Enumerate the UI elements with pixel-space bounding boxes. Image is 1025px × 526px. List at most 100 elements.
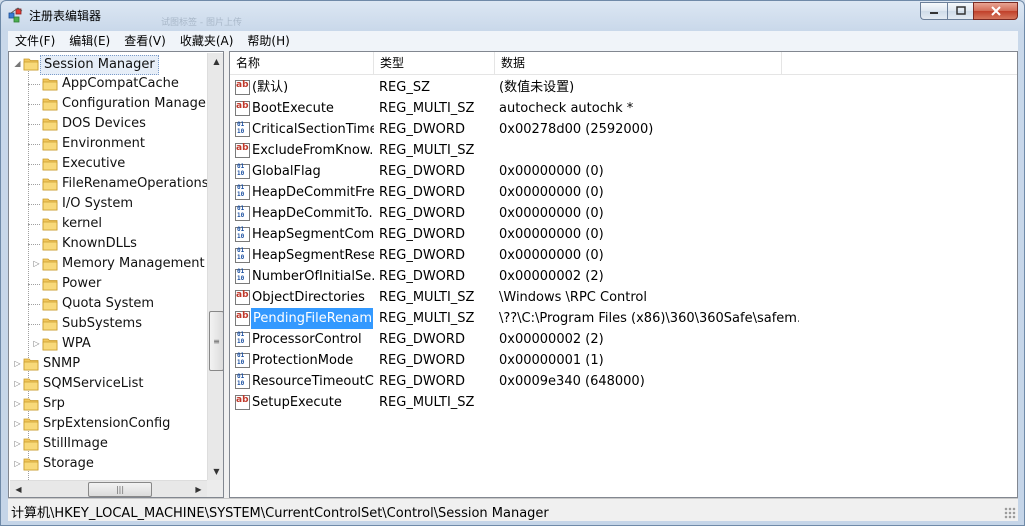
menu-view[interactable]: 查看(V) bbox=[117, 31, 173, 51]
value-data: \Windows \RPC Control bbox=[499, 290, 647, 305]
value-row[interactable]: HeapDeCommitFre... REG_DWORD 0x00000000 (0… bbox=[230, 182, 1017, 203]
tree-item-label: Configuration Manager bbox=[62, 96, 212, 111]
tree-vertical-scrollbar[interactable]: ▲ ≡ ▼ bbox=[207, 53, 223, 480]
tree-item[interactable]: ▷ Memory Management bbox=[9, 254, 207, 274]
tree-item-label: kernel bbox=[62, 216, 103, 231]
value-data: 0x00278d00 (2592000) bbox=[499, 122, 654, 137]
menu-file[interactable]: 文件(F) bbox=[8, 31, 62, 51]
scroll-up-icon[interactable]: ▲ bbox=[208, 53, 223, 70]
folder-icon bbox=[42, 337, 58, 351]
scroll-right-icon[interactable]: ▶ bbox=[190, 481, 207, 497]
value-data: 0x00000000 (0) bbox=[499, 164, 604, 179]
binary-value-icon bbox=[235, 352, 250, 368]
tree-item[interactable]: Power bbox=[9, 274, 207, 294]
expand-arrow-icon[interactable]: ▷ bbox=[13, 459, 22, 468]
tree-item-label: KnownDLLs bbox=[62, 236, 137, 251]
tree-item-label: I/O System bbox=[62, 196, 134, 211]
tree-item[interactable]: Environment bbox=[9, 134, 207, 154]
binary-value-icon bbox=[235, 205, 250, 221]
tree-item[interactable]: SubSystems bbox=[9, 314, 207, 334]
value-row[interactable]: GlobalFlag REG_DWORD 0x00000000 (0) bbox=[230, 161, 1017, 182]
value-row[interactable]: ExcludeFromKnow... REG_MULTI_SZ bbox=[230, 140, 1017, 161]
maximize-button[interactable] bbox=[947, 2, 973, 20]
binary-value-icon bbox=[235, 373, 250, 389]
value-row[interactable]: ObjectDirectories REG_MULTI_SZ \Windows \R… bbox=[230, 287, 1017, 308]
value-name: HeapSegmentRese... bbox=[252, 248, 374, 263]
scroll-down-icon[interactable]: ▼ bbox=[208, 463, 223, 480]
string-value-icon bbox=[235, 80, 250, 95]
value-row[interactable]: ProcessorControl REG_DWORD 0x00000002 (2) bbox=[230, 329, 1017, 350]
tree-connector bbox=[28, 164, 40, 165]
tree-horizontal-scrollbar[interactable]: ◀ ||| ▶ bbox=[10, 480, 207, 497]
value-row[interactable]: (默认) REG_SZ (数值未设置) bbox=[230, 77, 1017, 98]
resize-grip[interactable] bbox=[1004, 507, 1016, 519]
value-row[interactable]: PendingFileRenam... REG_MULTI_SZ \??\C:\Pr… bbox=[230, 308, 1017, 329]
expand-arrow-icon[interactable]: ▷ bbox=[13, 419, 22, 428]
close-icon bbox=[990, 6, 1001, 16]
folder-icon bbox=[42, 257, 58, 271]
values-list[interactable]: 名称 类型 数据 (默认) REG_SZ (数值未设置) BootExecute REG… bbox=[229, 51, 1018, 498]
value-row[interactable]: ResourceTimeoutC... REG_DWORD 0x0009e340 (… bbox=[230, 371, 1017, 392]
value-name: NumberOfInitialSe... bbox=[252, 269, 374, 284]
hscroll-thumb[interactable]: ||| bbox=[88, 482, 152, 497]
tree-item[interactable]: ▷ Storage bbox=[9, 454, 207, 474]
title-bar[interactable]: 注册表编辑器 试图标签 - 图片上传 bbox=[1, 1, 1024, 29]
expand-arrow-icon[interactable]: ▷ bbox=[32, 339, 41, 348]
menu-help[interactable]: 帮助(H) bbox=[240, 31, 296, 51]
status-bar: 计算机\HKEY_LOCAL_MACHINE\SYSTEM\CurrentCon… bbox=[8, 498, 1018, 521]
close-button[interactable] bbox=[973, 2, 1018, 20]
window-title: 注册表编辑器 bbox=[29, 9, 102, 23]
minimize-button[interactable] bbox=[920, 2, 947, 20]
tree-item[interactable]: ▷ SQMServiceList bbox=[9, 374, 207, 394]
registry-tree[interactable]: ◢ Session Manager AppCompatCache Configurat… bbox=[8, 51, 224, 498]
tree-item[interactable]: Configuration Manager bbox=[9, 94, 211, 114]
value-name: HeapDeCommitFre... bbox=[252, 185, 374, 200]
value-row[interactable]: HeapSegmentCom... REG_DWORD 0x00000000 (0) bbox=[230, 224, 1017, 245]
column-header-data[interactable]: 数据 bbox=[495, 52, 782, 75]
scroll-left-icon[interactable]: ◀ bbox=[10, 481, 27, 497]
tree-connector bbox=[28, 244, 40, 245]
tree-item-label: DOS Devices bbox=[62, 116, 146, 131]
minimize-icon bbox=[930, 12, 938, 14]
tree-item[interactable]: ◢ Session Manager bbox=[9, 54, 207, 75]
maximize-icon bbox=[955, 6, 966, 15]
value-row[interactable]: CriticalSectionTime... REG_DWORD 0x00278d0… bbox=[230, 119, 1017, 140]
value-row[interactable]: HeapDeCommitTo... REG_DWORD 0x00000000 (0) bbox=[230, 203, 1017, 224]
menu-favorites[interactable]: 收藏夹(A) bbox=[173, 31, 241, 51]
expand-arrow-icon[interactable]: ▷ bbox=[13, 439, 22, 448]
folder-icon bbox=[23, 417, 39, 431]
tree-item[interactable]: ▷ WPA bbox=[9, 334, 207, 354]
tree-item[interactable]: FileRenameOperations bbox=[9, 174, 209, 194]
folder-icon bbox=[23, 357, 39, 371]
tree-item[interactable]: Executive bbox=[9, 154, 207, 174]
expand-arrow-icon[interactable]: ▷ bbox=[13, 399, 22, 408]
tree-item[interactable]: ▷ SrpExtensionConfig bbox=[9, 414, 207, 434]
folder-icon bbox=[42, 157, 58, 171]
value-row[interactable]: HeapSegmentRese... REG_DWORD 0x00000000 (0… bbox=[230, 245, 1017, 266]
value-row[interactable]: SetupExecute REG_MULTI_SZ bbox=[230, 392, 1017, 413]
expand-arrow-icon[interactable]: ▷ bbox=[13, 379, 22, 388]
tree-item[interactable]: KnownDLLs bbox=[9, 234, 207, 254]
tree-item[interactable]: AppCompatCache bbox=[9, 74, 207, 94]
collapse-arrow-icon[interactable]: ◢ bbox=[13, 59, 22, 68]
tree-item[interactable]: ▷ Srp bbox=[9, 394, 207, 414]
value-row[interactable]: ProtectionMode REG_DWORD 0x00000001 (1) bbox=[230, 350, 1017, 371]
column-header-type[interactable]: 类型 bbox=[374, 52, 495, 75]
folder-icon bbox=[42, 217, 58, 231]
tree-item[interactable]: DOS Devices bbox=[9, 114, 207, 134]
tree-item[interactable]: Quota System bbox=[9, 294, 207, 314]
tree-item[interactable]: ▷ StillImage bbox=[9, 434, 207, 454]
binary-value-icon bbox=[235, 163, 250, 179]
value-name: ObjectDirectories bbox=[252, 290, 365, 305]
tree-item[interactable]: ▷ SNMP bbox=[9, 354, 207, 374]
value-row[interactable]: NumberOfInitialSe... REG_DWORD 0x00000002 … bbox=[230, 266, 1017, 287]
expand-arrow-icon[interactable]: ▷ bbox=[32, 259, 41, 268]
column-header-name[interactable]: 名称 bbox=[230, 52, 374, 75]
menu-edit[interactable]: 编辑(E) bbox=[62, 31, 117, 51]
scroll-thumb[interactable]: ≡ bbox=[209, 311, 223, 371]
value-row[interactable]: BootExecute REG_MULTI_SZ autocheck autochk… bbox=[230, 98, 1017, 119]
folder-icon bbox=[23, 397, 39, 411]
expand-arrow-icon[interactable]: ▷ bbox=[13, 359, 22, 368]
tree-item[interactable]: kernel bbox=[9, 214, 207, 234]
tree-item[interactable]: I/O System bbox=[9, 194, 207, 214]
